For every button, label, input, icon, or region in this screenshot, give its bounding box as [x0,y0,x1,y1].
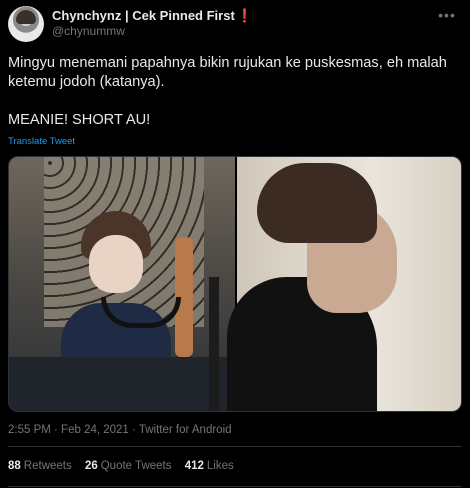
display-name-text[interactable]: Chynchynz | Cek Pinned First [52,8,235,23]
retweets-stat[interactable]: 88 Retweets [8,460,72,472]
person-left [61,211,181,373]
tweet-text: Mingyu menemani papahnya bikin rujukan k… [8,54,462,130]
tweet-text-line2: MEANIE! SHORT AU! [8,112,151,128]
divider-line [8,446,462,447]
tweet-text-line1: Mingyu menemani papahnya bikin rujukan k… [8,55,447,90]
microphone-stand [209,277,219,411]
avatar[interactable] [8,6,44,42]
exclamation-emoji: ❗ [236,8,253,23]
person-right-hair [257,163,377,243]
more-horizontal-icon[interactable]: ••• [436,8,458,26]
desk [9,357,235,411]
bottom-divider-line [8,486,462,487]
photo-left[interactable] [9,157,235,411]
tweet-header: Chynchynz | Cek Pinned First ❗ @chynummw … [8,6,462,42]
photo-right[interactable] [227,157,461,411]
retweets-count: 88 [8,460,21,472]
display-name[interactable]: Chynchynz | Cek Pinned First ❗ [52,8,253,24]
tweet-meta: 2:55 PM · Feb 24, 2021 · Twitter for And… [8,424,232,436]
person-left-face [89,235,143,293]
translate-tweet-link[interactable]: Translate Tweet [8,136,75,147]
quote-tweets-label: Quote Tweets [100,460,172,472]
user-names: Chynchynz | Cek Pinned First ❗ @chynummw [52,8,253,39]
tweet-stats: 88 Retweets 26 Quote Tweets 412 Likes [8,460,244,472]
likes-count: 412 [184,460,204,472]
retweets-label: Retweets [23,460,72,472]
quote-tweets-stat[interactable]: 26 Quote Tweets [85,460,172,472]
likes-label: Likes [206,460,234,472]
time-date-source[interactable]: 2:55 PM · Feb 24, 2021 · Twitter for And… [8,424,232,436]
user-handle[interactable]: @chynummw [52,24,253,39]
quote-tweets-count: 26 [84,460,98,472]
media-grid [8,156,462,412]
likes-stat[interactable]: 412 Likes [185,460,234,472]
